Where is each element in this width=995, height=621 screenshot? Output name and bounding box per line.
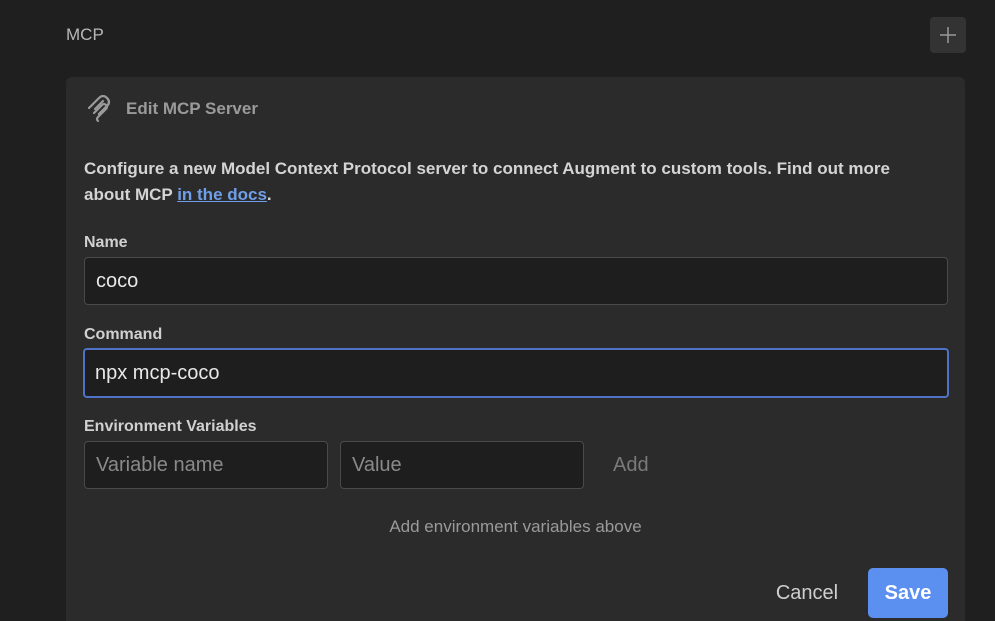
section-title: MCP — [66, 25, 104, 44]
name-input[interactable] — [84, 257, 948, 305]
env-label: Environment Variables — [84, 418, 257, 435]
command-label: Command — [84, 326, 163, 343]
card-title: Edit MCP Server — [126, 99, 258, 118]
save-button[interactable]: Save — [868, 568, 948, 618]
edit-server-card: Edit MCP Server Configure a new Model Co… — [66, 77, 965, 621]
mcp-logo-icon — [87, 95, 111, 123]
env-name-input[interactable] — [84, 441, 328, 489]
command-input[interactable] — [83, 348, 949, 398]
cancel-button[interactable]: Cancel — [764, 568, 850, 618]
description: Configure a new Model Context Protocol s… — [84, 156, 934, 208]
mcp-settings-page: MCP Edit MCP Server Configure a new Mode… — [0, 0, 995, 621]
add-server-button[interactable] — [930, 17, 966, 53]
card-header: Edit MCP Server — [86, 95, 258, 123]
add-env-button[interactable]: Add — [613, 454, 649, 477]
plus-icon — [940, 27, 956, 43]
docs-link[interactable]: in the docs — [177, 185, 267, 204]
name-label: Name — [84, 234, 128, 251]
env-value-input[interactable] — [340, 441, 584, 489]
env-empty-hint: Add environment variables above — [389, 517, 642, 536]
description-suffix: . — [266, 185, 272, 204]
